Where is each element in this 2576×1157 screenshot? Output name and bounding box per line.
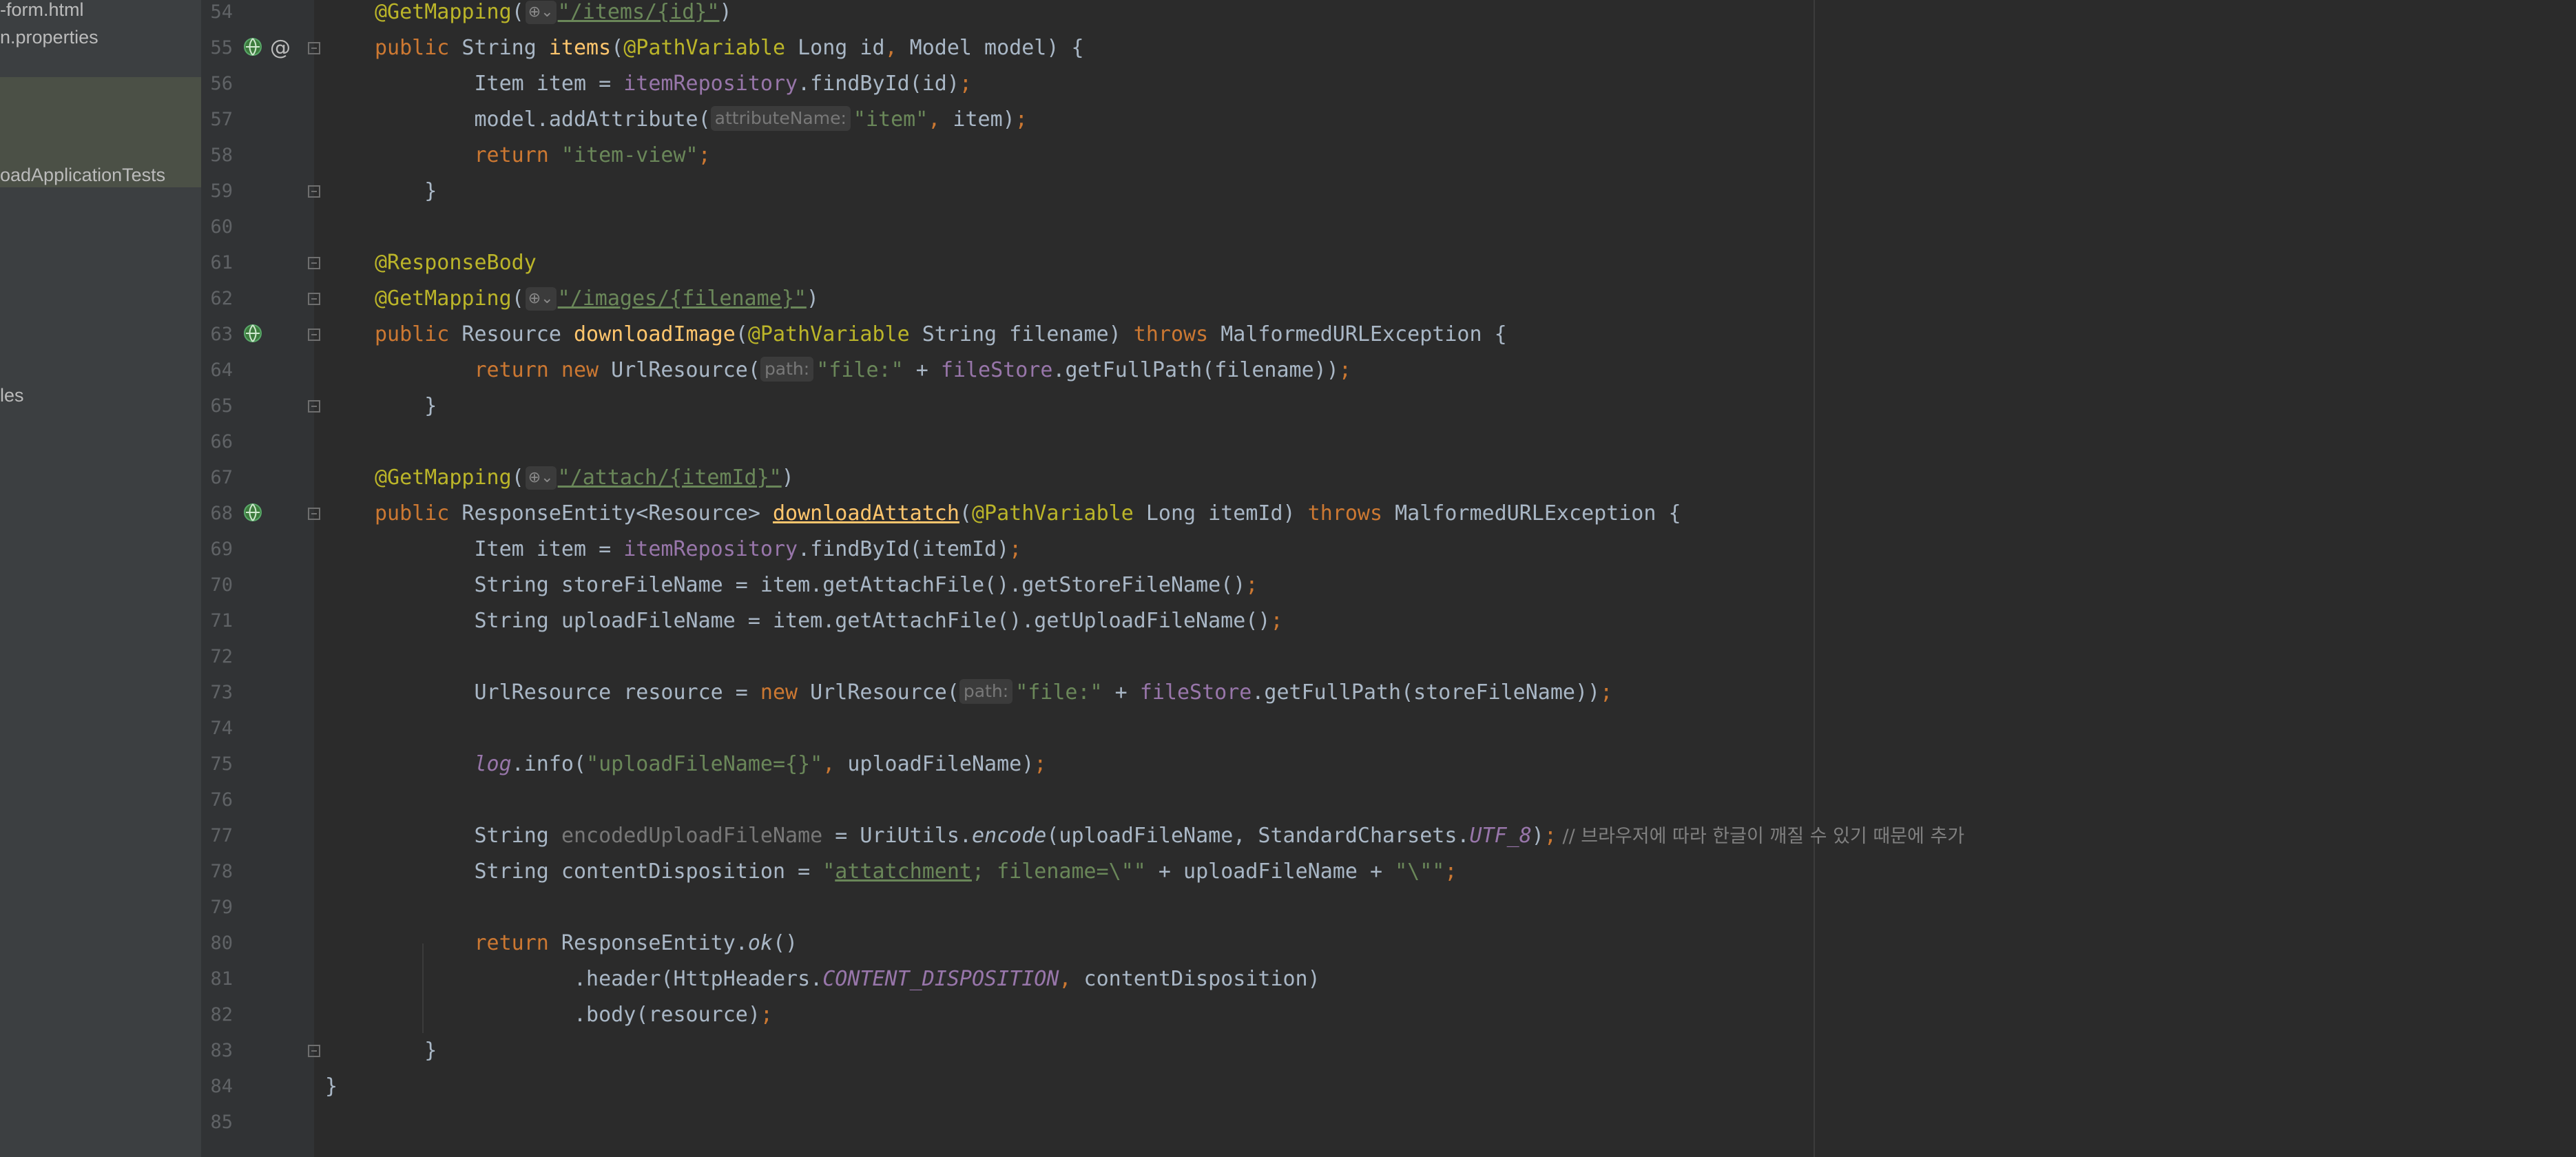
code-line-73: UrlResource resource = new UrlResource(p… — [375, 679, 1613, 705]
line-number: 79 — [210, 897, 233, 918]
code-line-83: } — [375, 1039, 437, 1063]
code-line-54: @GetMapping(⊕⌄ "/items/{id}") — [375, 0, 732, 24]
code-line-78: String contentDisposition = "attatchment… — [375, 859, 1457, 884]
code-line-67: @GetMapping(⊕⌄ "/attach/{itemId}") — [375, 466, 794, 490]
endpoint-globe-icon[interactable] — [242, 502, 263, 523]
line-number: 84 — [210, 1076, 233, 1097]
line-number: 74 — [210, 718, 233, 739]
tree-item-label: les — [0, 385, 24, 406]
at-icon[interactable]: @ — [270, 30, 291, 66]
line-number: 55 — [210, 37, 233, 59]
code-line-75: log.info("uploadFileName={}", uploadFile… — [474, 752, 1047, 776]
code-line-63: public Resource downloadImage(@PathVaria… — [375, 322, 1507, 346]
endpoint-globe-icon[interactable] — [242, 37, 263, 57]
code-line-61: @ResponseBody — [375, 251, 537, 275]
line-number: 58 — [210, 145, 233, 166]
line-number: 71 — [210, 610, 233, 632]
tree-item-properties[interactable]: n.properties — [0, 23, 201, 51]
tree-item-label: oadApplicationTests — [0, 165, 166, 185]
param-hint: path: — [760, 357, 814, 382]
line-number: 59 — [210, 180, 233, 202]
code-line-82: .body(resource); — [375, 1003, 773, 1027]
globe-icon: ⊕⌄ — [525, 1, 557, 24]
line-number: 69 — [210, 539, 233, 560]
code-editor[interactable]: @GetMapping(⊕⌄ "/items/{id}") public Stri… — [314, 0, 2576, 1157]
line-number: 57 — [210, 109, 233, 130]
project-tree-panel: -form.html n.properties oadApplicationTe… — [0, 0, 201, 1157]
line-number: 80 — [210, 932, 233, 954]
line-number: 72 — [210, 646, 233, 667]
line-number: 76 — [210, 789, 233, 811]
line-number: 64 — [210, 359, 233, 381]
right-margin-guide — [1814, 0, 1815, 1157]
line-number: 82 — [210, 1004, 233, 1025]
line-number: 85 — [210, 1112, 233, 1133]
line-number: 66 — [210, 431, 233, 452]
param-hint: attributeName: — [710, 106, 851, 131]
endpoint-globe-icon[interactable] — [242, 323, 263, 344]
line-number: 60 — [210, 216, 233, 238]
code-line-68: public ResponseEntity<Resource> download… — [375, 501, 1681, 525]
code-line-77: String encodedUploadFileName = UriUtils.… — [375, 824, 1965, 848]
code-line-65: } — [375, 394, 437, 418]
tree-item-label: -form.html — [0, 0, 84, 20]
code-line-55: public String items(@PathVariable Long i… — [375, 36, 1084, 60]
tree-item-form-html[interactable]: -form.html — [0, 0, 201, 23]
line-number: 70 — [210, 574, 233, 596]
code-line-80: return ResponseEntity.ok() — [474, 931, 798, 955]
code-line-56: Item item = itemRepository.findById(id); — [375, 72, 972, 96]
code-line-70: String storeFileName = item.getAttachFil… — [375, 573, 1258, 597]
code-line-81: .header(HttpHeaders.CONTENT_DISPOSITION,… — [375, 967, 1320, 991]
code-line-59: } — [375, 179, 437, 203]
code-line-84: } — [325, 1074, 338, 1098]
line-number: 67 — [210, 467, 233, 488]
tree-item-application-tests[interactable]: oadApplicationTests — [0, 161, 201, 189]
code-line-62: @GetMapping(⊕⌄ "/images/{filename}") — [375, 286, 819, 311]
tree-item-files[interactable]: les — [0, 382, 201, 409]
line-number: 77 — [210, 825, 233, 846]
line-number: 75 — [210, 753, 233, 775]
line-number: 62 — [210, 288, 233, 309]
param-hint: path: — [959, 679, 1013, 704]
tree-item-label: n.properties — [0, 27, 98, 48]
line-number: 54 — [210, 1, 233, 23]
line-number: 78 — [210, 861, 233, 882]
line-number: 68 — [210, 503, 233, 524]
line-number: 63 — [210, 324, 233, 345]
line-number: 56 — [210, 73, 233, 94]
globe-icon: ⊕⌄ — [525, 466, 557, 490]
code-line-57: model.addAttribute(attributeName: "item",… — [375, 106, 1028, 132]
code-line-69: Item item = itemRepository.findById(item… — [375, 537, 1022, 561]
code-line-64: return new UrlResource(path: "file:" + fi… — [474, 357, 1351, 382]
code-line-71: String uploadFileName = item.getAttachFi… — [375, 609, 1283, 633]
globe-icon: ⊕⌄ — [525, 287, 557, 311]
line-number: 83 — [210, 1040, 233, 1061]
line-number: 73 — [210, 682, 233, 703]
line-number: 81 — [210, 968, 233, 990]
line-number: 61 — [210, 252, 233, 273]
line-number: 65 — [210, 395, 233, 417]
code-line-58: return "item-view"; — [474, 143, 711, 167]
